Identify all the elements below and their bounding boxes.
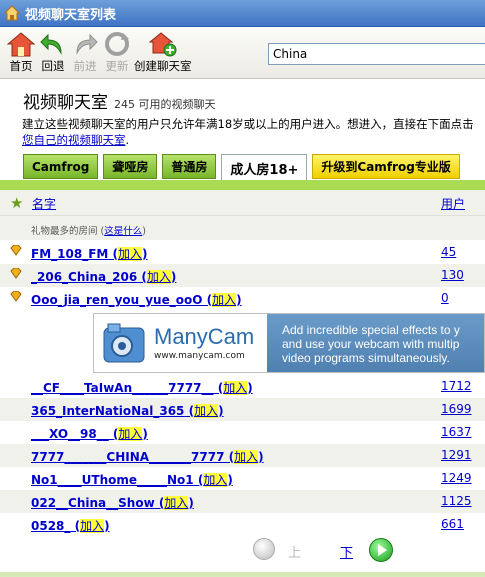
user-count[interactable]: 1125 xyxy=(441,494,472,508)
table-row: No1____UThome_____No1 (加入) 1249 xyxy=(0,467,485,490)
user-count[interactable]: 0 xyxy=(441,291,449,305)
join-button[interactable]: 加入 xyxy=(164,496,189,510)
join-button[interactable]: 加入 xyxy=(203,473,228,487)
sort-by-users[interactable]: 用户 xyxy=(441,195,465,212)
page-title: 视频聊天室 245 可用的视频聊天 xyxy=(23,93,216,113)
join-button[interactable]: 加入 xyxy=(223,381,248,395)
user-count[interactable]: 1291 xyxy=(441,448,472,462)
room-name-link[interactable]: 022__China__Show (加入) xyxy=(31,494,194,511)
pager: 上 下 xyxy=(253,538,403,562)
join-button[interactable]: 加入 xyxy=(146,270,171,284)
home-icon xyxy=(3,5,21,21)
description: 建立这些视频聊天室的用户只允许年满18岁或以上的用户进入。想进入，直接在下面点击 xyxy=(22,117,474,131)
gift-gem-icon xyxy=(10,268,22,279)
room-name-link[interactable]: __CF____TaIwAn______7777__ (加入) xyxy=(31,379,253,396)
forward-arrow-icon xyxy=(70,30,100,58)
gift-gem-icon xyxy=(10,245,22,256)
room-name-link[interactable]: ___XO__98__ (加入) xyxy=(31,425,148,442)
join-button[interactable]: 加入 xyxy=(118,247,143,261)
room-name-link[interactable]: 7777_______CHINA_______7777 (加入) xyxy=(31,448,264,465)
next-page-icon[interactable] xyxy=(369,538,393,562)
home-button[interactable]: 首页 xyxy=(6,27,36,77)
create-room-icon xyxy=(148,30,178,58)
search-input[interactable] xyxy=(268,43,485,65)
next-page-link[interactable]: 下 xyxy=(340,542,353,561)
manycam-logo-icon xyxy=(103,323,145,363)
table-row: 022__China__Show (加入) 1125 xyxy=(0,490,485,513)
table-row: FM_108_FM (加入) 45 xyxy=(0,241,485,264)
room-name-link[interactable]: No1____UThome_____No1 (加入) xyxy=(31,471,233,488)
tab-bar: Camfrog 聋哑房 普通房 成人房18+ 升级到Camfrog专业版 xyxy=(23,154,460,181)
tab-upgrade-pro[interactable]: 升级到Camfrog专业版 xyxy=(312,154,460,179)
tab-adult-rooms[interactable]: 成人房18+ xyxy=(221,154,308,181)
manycam-ad-banner[interactable]: ManyCam www.manycam.com Add incredible s… xyxy=(93,313,485,373)
table-row: Ooo_jia_ren_you_yue_ooO (加入) 0 xyxy=(0,287,485,310)
user-count[interactable]: 661 xyxy=(441,517,464,531)
create-room-button[interactable]: 创建聊天室 xyxy=(134,27,192,77)
manycam-brand: ManyCam xyxy=(154,324,255,349)
join-button[interactable]: 加入 xyxy=(212,293,237,307)
description-line2: 您自己的视频聊天室. xyxy=(22,133,130,147)
tab-normal-rooms[interactable]: 普通房 xyxy=(162,154,217,179)
table-row: ___XO__98__ (加入) 1637 xyxy=(0,421,485,444)
ad-text: Add incredible special effects to y and … xyxy=(282,323,460,365)
gift-note: 礼物最多的房间 (这是什么) xyxy=(0,216,485,240)
prev-page-icon xyxy=(253,538,275,560)
own-room-link[interactable]: 您自己的视频聊天室 xyxy=(22,133,126,147)
forward-button[interactable]: 前进 xyxy=(70,27,100,77)
join-button[interactable]: 加入 xyxy=(234,450,259,464)
join-button[interactable]: 加入 xyxy=(80,519,105,533)
title-bar: 视频聊天室列表 xyxy=(0,0,485,27)
back-button[interactable]: 回退 xyxy=(38,27,68,77)
user-count[interactable]: 130 xyxy=(441,268,464,282)
user-count[interactable]: 45 xyxy=(441,245,456,259)
user-count[interactable]: 1637 xyxy=(441,425,472,439)
table-row: 7777_______CHINA_______7777 (加入) 1291 xyxy=(0,444,485,467)
join-button[interactable]: 加入 xyxy=(194,404,219,418)
table-row: __CF____TaIwAn______7777__ (加入) 1712 xyxy=(0,375,485,398)
window-title: 视频聊天室列表 xyxy=(25,7,117,23)
tab-deaf-rooms[interactable]: 聋哑房 xyxy=(103,154,158,179)
table-row: _206_China_206 (加入) 130 xyxy=(0,264,485,287)
room-name-link[interactable]: _206_China_206 (加入) xyxy=(31,268,176,285)
user-count[interactable]: 1249 xyxy=(441,471,472,485)
table-header: ★ 名字 用户 xyxy=(0,190,485,216)
refresh-icon xyxy=(102,30,132,58)
whats-this-link[interactable]: 这是什么 xyxy=(104,226,142,237)
room-name-link[interactable]: FM_108_FM (加入) xyxy=(31,245,148,262)
gift-gem-icon xyxy=(10,291,22,302)
sort-by-name[interactable]: 名字 xyxy=(32,195,56,212)
tab-camfrog[interactable]: Camfrog xyxy=(23,154,99,179)
house-icon xyxy=(6,30,36,58)
user-count[interactable]: 1699 xyxy=(441,402,472,416)
room-name-link[interactable]: Ooo_jia_ren_you_yue_ooO (加入) xyxy=(31,291,242,308)
user-count[interactable]: 1712 xyxy=(441,379,472,393)
room-name-link[interactable]: 365_InterNatioNal_365 (加入) xyxy=(31,402,224,419)
tab-underline xyxy=(0,180,485,190)
join-button[interactable]: 加入 xyxy=(118,427,143,441)
star-icon: ★ xyxy=(10,194,24,212)
prev-page-link: 上 xyxy=(288,546,302,561)
room-name-link[interactable]: 0528_ (加入) xyxy=(31,517,110,534)
refresh-button[interactable]: 更新 xyxy=(102,27,132,77)
table-row: 0528_ (加入) 661 xyxy=(0,513,485,536)
room-count: 245 可用的视频聊天 xyxy=(114,98,216,111)
table-row: 365_InterNatioNal_365 (加入) 1699 xyxy=(0,398,485,421)
back-arrow-icon xyxy=(38,30,68,58)
bottom-bar xyxy=(0,572,485,577)
manycam-url: www.manycam.com xyxy=(154,351,245,361)
